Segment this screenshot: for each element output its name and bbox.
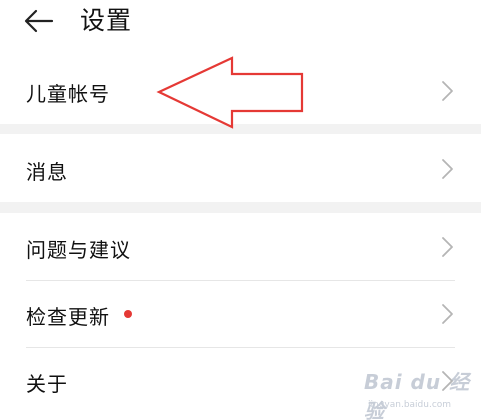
- chevron-right-icon: [442, 81, 453, 101]
- watermark-url: jingyan.baidu.com: [368, 400, 452, 410]
- settings-item-label: 问题与建议: [26, 238, 131, 262]
- settings-item-label: 消息: [26, 160, 68, 184]
- chevron-right-icon: [442, 304, 453, 324]
- watermark-brand: Bai du 经验: [364, 370, 471, 420]
- group-separator: [0, 202, 481, 213]
- chevron-right-icon: [442, 159, 453, 179]
- settings-screen: 设置 儿童帐号 消息 问题与建议 检查更新 关于 Bai du 经验 jingy…: [0, 0, 481, 420]
- page-title: 设置: [80, 6, 133, 35]
- annotation-arrow: [156, 56, 304, 129]
- settings-item-label: 关于: [26, 372, 68, 396]
- settings-item-check-update[interactable]: 检查更新: [0, 281, 481, 347]
- settings-item-label: 检查更新: [26, 305, 110, 329]
- settings-item-label: 儿童帐号: [26, 82, 110, 106]
- chevron-right-icon: [442, 237, 453, 257]
- arrow-left-icon: [24, 9, 54, 33]
- back-button[interactable]: [22, 4, 56, 38]
- header: 设置: [0, 0, 481, 50]
- update-badge-dot: [124, 310, 132, 318]
- watermark: Bai du 经验 jingyan.baidu.com: [360, 364, 481, 420]
- settings-item-messages[interactable]: 消息: [0, 134, 481, 202]
- settings-item-feedback[interactable]: 问题与建议: [0, 213, 481, 280]
